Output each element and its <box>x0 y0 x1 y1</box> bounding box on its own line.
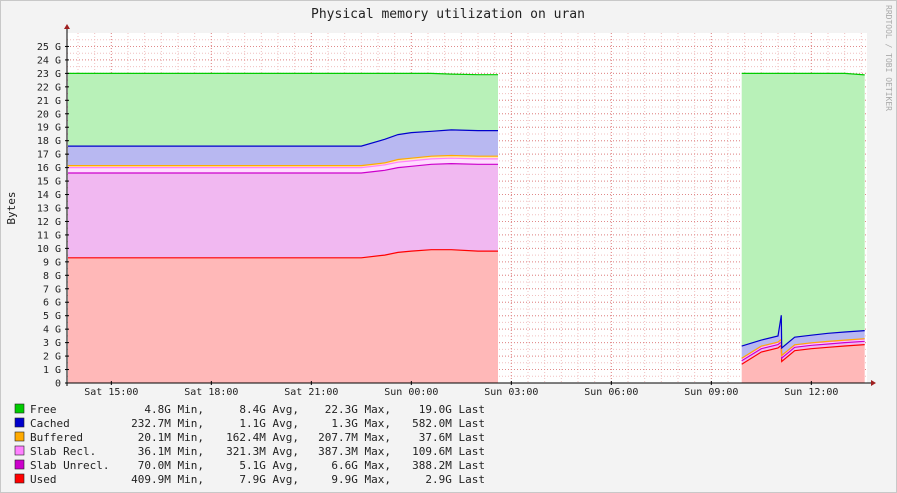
legend-avg: 8.4G Avg, <box>239 403 299 416</box>
area-used <box>68 249 498 383</box>
legend-min: 36.1M Min, <box>138 445 204 458</box>
legend-name: Cached <box>30 417 70 430</box>
rrdtool-watermark: RRDTOOL / TOBI OETIKER <box>884 5 893 111</box>
legend-name: Slab Unrecl. <box>30 459 109 472</box>
legend-swatch <box>14 417 25 428</box>
legend-max: 207.7M Max, <box>318 431 391 444</box>
y-tick-label: 21 G <box>37 96 61 107</box>
legend-last: 2.9G Last <box>425 473 485 486</box>
legend-max: 387.3M Max, <box>318 445 391 458</box>
legend-min: 409.9M Min, <box>131 473 204 486</box>
legend-swatch <box>14 445 25 456</box>
x-tick-label: Sun 06:00 <box>584 387 638 398</box>
legend-name: Buffered <box>30 431 83 444</box>
legend-last: 37.6M Last <box>419 431 485 444</box>
y-tick-label: 0 <box>55 379 61 390</box>
x-tick-label: Sun 12:00 <box>784 387 838 398</box>
legend-swatch <box>14 431 25 442</box>
y-tick-label: 10 G <box>37 244 61 255</box>
x-tick-label: Sun 00:00 <box>384 387 438 398</box>
legend-max: 9.9G Max, <box>331 473 391 486</box>
y-tick-label: 6 G <box>43 298 61 309</box>
y-tick-label: 9 G <box>43 257 61 268</box>
y-tick-label: 1 G <box>43 365 61 376</box>
memory-chart: 0 1 G 2 G 3 G 4 G 5 G 6 G 7 G 8 G 9 G 10 G 11 G 12 G… <box>0 0 897 493</box>
legend-max: 1.3G Max, <box>331 417 391 430</box>
legend-avg: 162.4M Avg, <box>226 431 299 444</box>
legend-min: 70.0M Min, <box>138 459 204 472</box>
legend-avg: 5.1G Avg, <box>239 459 299 472</box>
y-tick-label: 20 G <box>37 109 61 120</box>
legend-swatch <box>14 473 25 484</box>
y-tick-label: 3 G <box>43 338 61 349</box>
legend-name: Slab Recl. <box>30 445 96 458</box>
x-tick-label: Sat 15:00 <box>84 387 138 398</box>
x-tick-label: Sun 03:00 <box>484 387 538 398</box>
legend-name: Used <box>30 473 57 486</box>
legend-swatch <box>14 459 25 470</box>
y-tick-label: 11 G <box>37 230 61 241</box>
y-tick-label: 12 G <box>37 217 61 228</box>
legend-min: 20.1M Min, <box>138 431 204 444</box>
legend-avg: 7.9G Avg, <box>239 473 299 486</box>
area-free <box>741 73 865 349</box>
area-slab-unrecl <box>68 163 498 258</box>
y-tick-label: 24 G <box>37 55 61 66</box>
y-tick-label: 5 G <box>43 311 61 322</box>
y-tick-label: 2 G <box>43 352 61 363</box>
legend-avg: 321.3M Avg, <box>226 445 299 458</box>
legend-max: 22.3G Max, <box>325 403 391 416</box>
y-tick-label: 13 G <box>37 204 61 215</box>
legend-swatch <box>14 403 25 414</box>
y-tick-label: 17 G <box>37 150 61 161</box>
y-tick-label: 15 G <box>37 177 61 188</box>
legend-last: 388.2M Last <box>412 459 485 472</box>
legend-max: 6.6G Max, <box>331 459 391 472</box>
y-tick-label: 16 G <box>37 163 61 174</box>
y-tick-label: 23 G <box>37 69 61 80</box>
legend-min: 232.7M Min, <box>131 417 204 430</box>
y-tick-label: 7 G <box>43 284 61 295</box>
x-tick-label: Sat 18:00 <box>184 387 238 398</box>
legend-name: Free <box>30 403 57 416</box>
chart-title: Physical memory utilization on uran <box>311 7 585 22</box>
x-tick-label: Sat 21:00 <box>284 387 338 398</box>
y-tick-label: 4 G <box>43 325 61 336</box>
legend-min: 4.8G Min, <box>144 403 204 416</box>
y-tick-label: 18 G <box>37 136 61 147</box>
y-tick-label: 19 G <box>37 123 61 134</box>
stacked-areas <box>68 73 865 383</box>
legend-avg: 1.1G Avg, <box>239 417 299 430</box>
y-axis-label: Bytes <box>5 191 18 224</box>
y-tick-label: 22 G <box>37 82 61 93</box>
legend-last: 19.0G Last <box>419 403 485 416</box>
y-tick-label: 8 G <box>43 271 61 282</box>
legend-last: 109.6M Last <box>412 445 485 458</box>
x-tick-label: Sun 09:00 <box>684 387 738 398</box>
y-tick-label: 25 G <box>37 42 61 53</box>
legend-last: 582.0M Last <box>412 417 485 430</box>
y-tick-label: 14 G <box>37 190 61 201</box>
